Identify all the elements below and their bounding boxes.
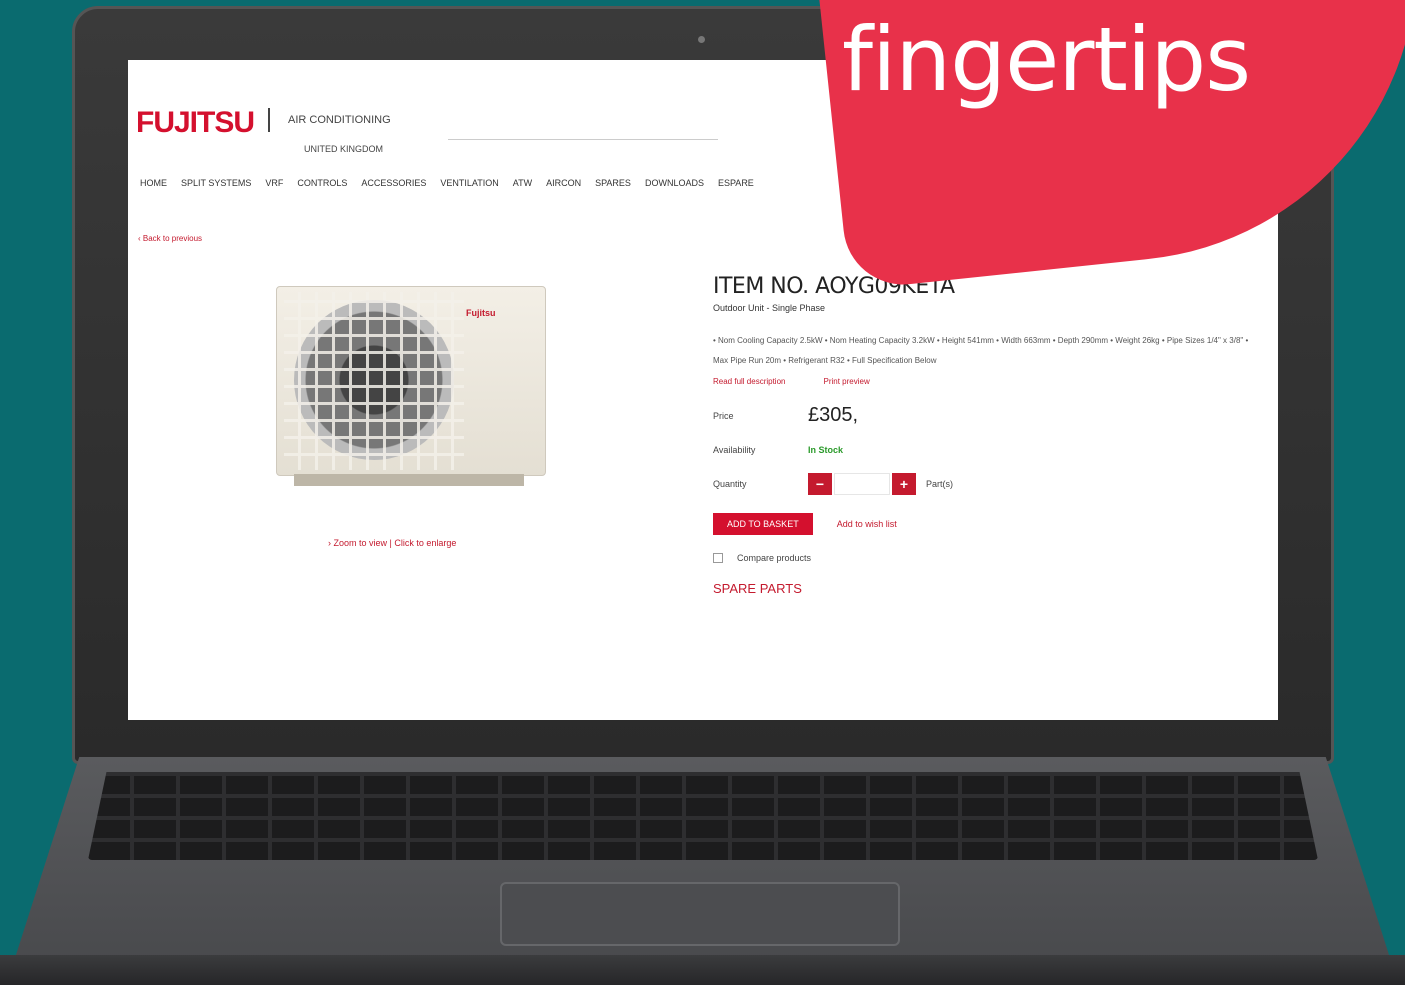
nav-item-spares[interactable]: SPARES bbox=[595, 178, 631, 188]
back-link[interactable]: ‹ Back to previous bbox=[138, 234, 202, 243]
quantity-input[interactable] bbox=[834, 473, 890, 495]
read-more-link[interactable]: Read full description bbox=[713, 377, 785, 386]
brand-logo[interactable]: FUJITSU bbox=[136, 106, 255, 140]
quantity-row: Quantity − + Part(s) bbox=[713, 473, 1258, 495]
unit-feet bbox=[294, 474, 524, 486]
decrease-quantity-button[interactable]: − bbox=[808, 473, 832, 495]
unit-brand-label: Fujitsu bbox=[466, 308, 496, 318]
webcam bbox=[698, 36, 705, 43]
nav-item-atw[interactable]: ATW bbox=[513, 178, 532, 188]
availability-row: Availability In Stock bbox=[713, 445, 1258, 455]
fan-grille-bars bbox=[284, 292, 464, 470]
add-to-basket-button[interactable]: ADD TO BASKET bbox=[713, 513, 813, 535]
search-input[interactable] bbox=[448, 118, 718, 140]
product-image[interactable]: Fujitsu bbox=[264, 278, 554, 498]
product-details: ITEM NO. AOYG09KETA Outdoor Unit - Singl… bbox=[713, 274, 1258, 596]
quantity-unit: Part(s) bbox=[926, 479, 953, 489]
nav-item-home[interactable]: HOME bbox=[140, 178, 167, 188]
touchpad bbox=[500, 882, 900, 946]
keyboard bbox=[88, 772, 1318, 860]
promo-headline: fingertips bbox=[842, 8, 1251, 111]
quantity-label: Quantity bbox=[713, 479, 747, 489]
compare-row: Compare products bbox=[713, 553, 1258, 563]
product-description: • Nom Cooling Capacity 2.5kW • Nom Heati… bbox=[713, 336, 1249, 365]
stock-status: In Stock bbox=[808, 445, 844, 455]
laptop-front-edge bbox=[0, 955, 1405, 985]
logo-region: UNITED KINGDOM bbox=[304, 144, 384, 154]
product-subtitle: Outdoor Unit - Single Phase bbox=[713, 303, 826, 313]
spare-parts-heading[interactable]: SPARE PARTS bbox=[713, 581, 1258, 596]
nav-item-split-systems[interactable]: SPLIT SYSTEMS bbox=[181, 178, 251, 188]
compare-label: Compare products bbox=[737, 553, 812, 563]
add-to-wishlist-link[interactable]: Add to wish list bbox=[837, 519, 897, 529]
logo-divider bbox=[268, 108, 270, 132]
nav-item-controls[interactable]: CONTROLS bbox=[297, 178, 347, 188]
nav-item-ventilation[interactable]: VENTILATION bbox=[440, 178, 498, 188]
price-value: £305, bbox=[808, 404, 859, 426]
item-number: ITEM NO. AOYG09KETA bbox=[713, 274, 955, 299]
nav-item-accessories[interactable]: ACCESSORIES bbox=[361, 178, 426, 188]
compare-checkbox[interactable] bbox=[713, 553, 723, 563]
nav-item-espare[interactable]: ESPARE bbox=[718, 178, 754, 188]
availability-label: Availability bbox=[713, 445, 756, 455]
price-row: Price £305, bbox=[713, 404, 1258, 427]
price-label: Price bbox=[713, 410, 734, 421]
basket-row: ADD TO BASKET Add to wish list bbox=[713, 513, 1258, 535]
main-nav: HOME SPLIT SYSTEMS VRF CONTROLS ACCESSOR… bbox=[140, 178, 754, 188]
logo-subtitle: AIR CONDITIONING bbox=[288, 114, 391, 126]
description-links: Read full description Print preview bbox=[713, 377, 1258, 386]
print-preview-link[interactable]: Print preview bbox=[823, 377, 869, 386]
increase-quantity-button[interactable]: + bbox=[892, 473, 916, 495]
image-links[interactable]: › Zoom to view | Click to enlarge bbox=[328, 538, 456, 548]
nav-item-vrf[interactable]: VRF bbox=[265, 178, 283, 188]
nav-item-downloads[interactable]: DOWNLOADS bbox=[645, 178, 704, 188]
nav-item-aircon[interactable]: AIRCON bbox=[546, 178, 581, 188]
